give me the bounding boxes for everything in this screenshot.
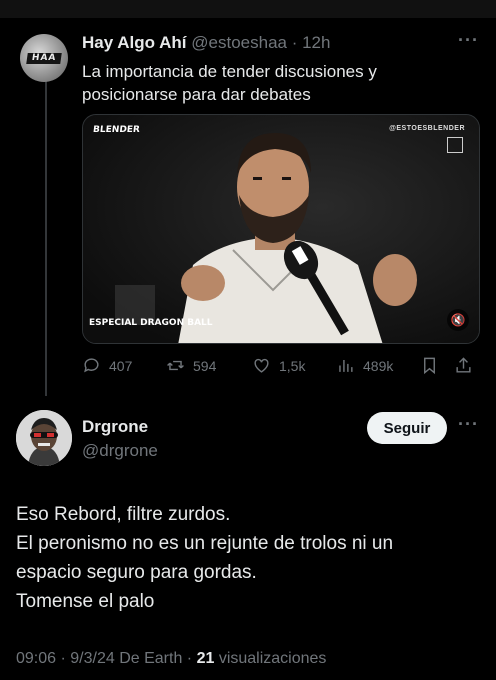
tweet2-time[interactable]: 09:06 (16, 650, 56, 667)
haa-logo: HAA (26, 53, 62, 64)
tweet2-text-line: Eso Rebord, filtre zurdos. (16, 504, 231, 525)
tweet1-more-icon[interactable]: ··· (458, 30, 479, 51)
retweet-icon (167, 360, 184, 371)
separator-dot: · (286, 33, 303, 52)
thread-line (45, 78, 47, 396)
video-corner-icon (447, 137, 463, 153)
tweet1-video[interactable]: BLENDER @ESTOESBLENDER ESPECIAL DRAGON B… (82, 114, 480, 344)
views-button[interactable]: 489k (336, 356, 393, 375)
reply-count: 407 (109, 357, 133, 374)
hay-algo-ahi-avatar[interactable]: HAA (20, 34, 68, 82)
tweet1-author-name[interactable]: Hay Algo Ahí (82, 33, 187, 52)
follow-button[interactable]: Seguir (367, 412, 447, 444)
mute-icon[interactable]: 🔇 (447, 309, 469, 331)
bookmark-button[interactable] (420, 356, 439, 375)
tweet2-date[interactable]: 9/3/24 (70, 650, 114, 667)
video-handle-label: @ESTOESBLENDER (389, 125, 465, 132)
tweet2-author-handle[interactable]: @drgrone (82, 441, 158, 461)
tweet2-views-count[interactable]: 21 (197, 650, 215, 667)
separator-dot: · (182, 650, 197, 667)
like-button[interactable]: 1,5k (252, 356, 305, 375)
video-frame-person (83, 115, 479, 343)
views-chart-icon (339, 359, 353, 372)
tweet1-text-line: La importancia de tender discusiones y (82, 62, 377, 81)
tweet1-timestamp[interactable]: 12h (302, 33, 330, 52)
share-button[interactable] (454, 356, 473, 375)
tweet2-source: De Earth (119, 650, 183, 667)
views-count: 489k (363, 357, 394, 374)
top-bar (0, 0, 496, 18)
tweet1-author-handle[interactable]: @estoeshaa (191, 33, 287, 52)
retweet-button[interactable]: 594 (166, 356, 216, 375)
bookmark-icon (424, 357, 435, 375)
retweet-count: 594 (193, 357, 217, 374)
tweet2-text: Eso Rebord, filtre zurdos. El peronismo … (16, 500, 476, 616)
tweet2-meta: 09:06 · 9/3/24 De Earth · 21 visualizaci… (16, 650, 326, 668)
tweet2-text-line: Tomense el palo (16, 591, 155, 612)
tweet2-author-name[interactable]: Drgrone (82, 417, 148, 437)
tweet2-views-label: visualizaciones (218, 650, 327, 667)
tweet2-more-icon[interactable]: ··· (458, 414, 479, 435)
reply-button[interactable]: 407 (82, 356, 132, 375)
tweet1-header: Hay Algo Ahí @estoeshaa · 12h (82, 33, 330, 53)
tweet1-action-bar: 407 594 1,5k 489k (82, 356, 482, 378)
reply-icon (84, 358, 99, 373)
tweet1-text: La importancia de tender discusiones y p… (82, 60, 462, 106)
tweet2-text-line: El peronismo no es un rejunte de trolos … (16, 533, 394, 554)
heart-icon (254, 358, 269, 373)
tweet1-text-line: posicionarse para dar debates (82, 85, 311, 104)
avatar-image (16, 410, 72, 466)
tweet2-text-line: espacio seguro para gordas. (16, 562, 257, 583)
video-caption: ESPECIAL DRAGON BALL (89, 318, 213, 328)
separator-dot: · (56, 650, 71, 667)
video-brand-label: BLENDER (92, 125, 141, 135)
like-count: 1,5k (279, 357, 306, 374)
share-icon (456, 357, 471, 373)
drgrone-avatar[interactable] (16, 410, 72, 466)
